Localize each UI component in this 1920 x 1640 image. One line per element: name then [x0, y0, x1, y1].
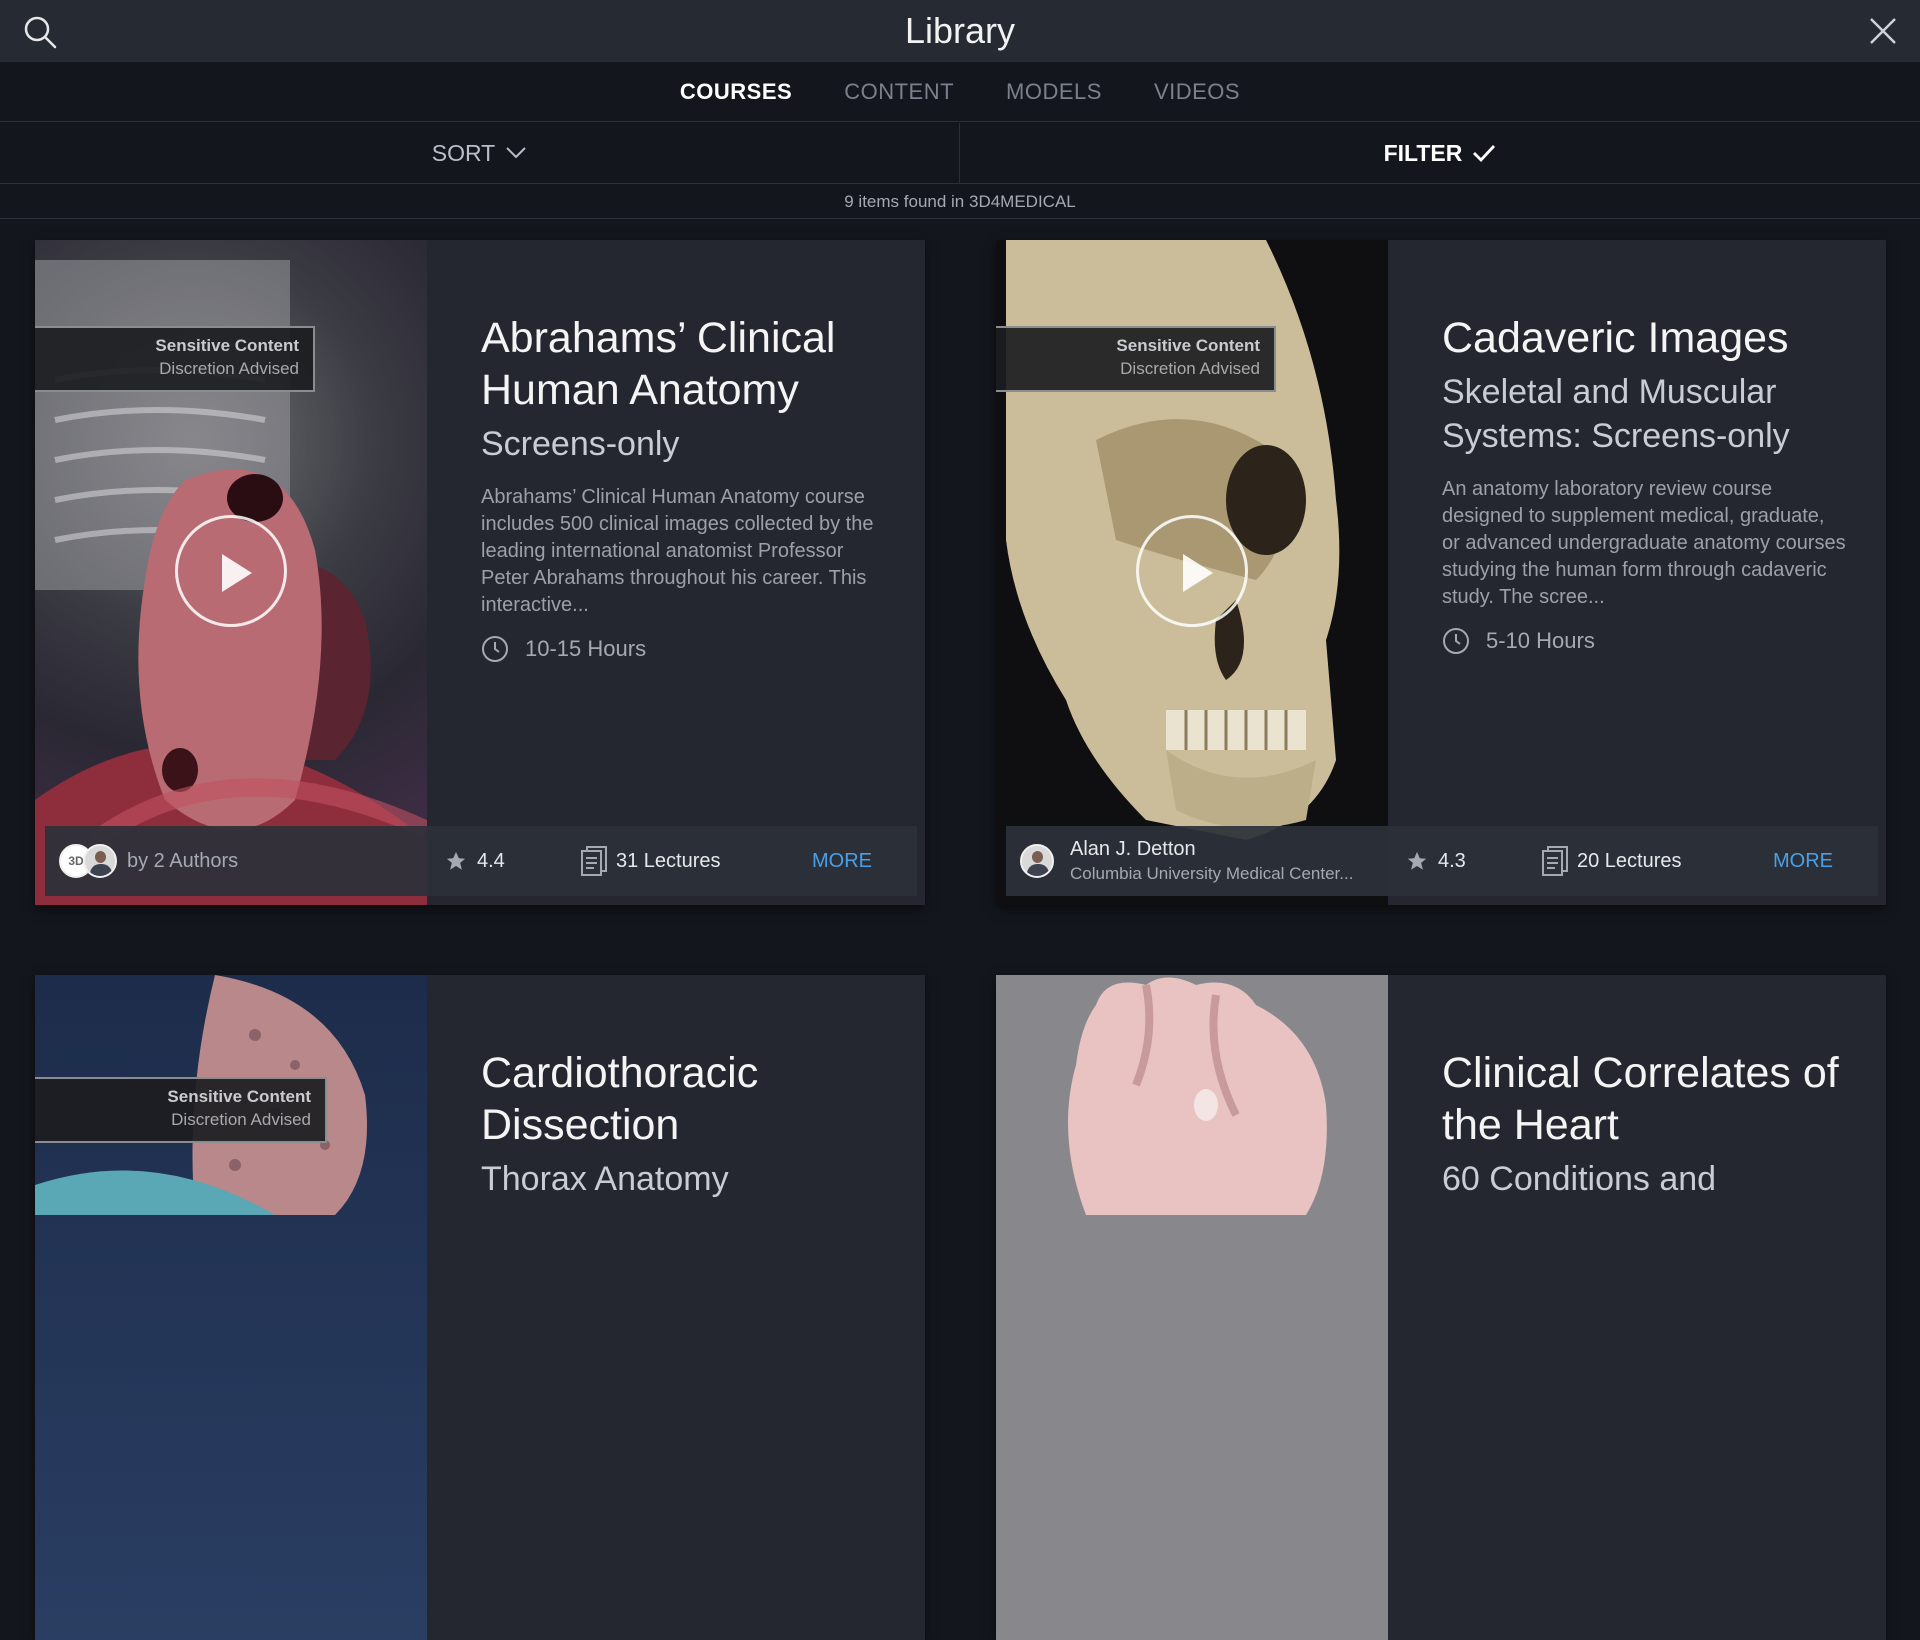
sensitive-title: Sensitive Content	[167, 1087, 311, 1106]
library-tabs: COURSES CONTENT MODELS VIDEOS	[0, 62, 1920, 122]
results-count: 9 items found in 3D4MEDICAL	[0, 185, 1920, 219]
star-icon	[1407, 851, 1427, 870]
lectures-count: 31 Lectures	[616, 849, 721, 872]
top-bar: Library	[0, 0, 1920, 62]
page-title: Library	[904, 10, 1016, 51]
course-info: Clinical Correlates of the Heart 60 Cond…	[1388, 975, 1886, 1640]
course-card[interactable]: Sensitive Content Discretion Advised Car…	[35, 975, 925, 1640]
course-card[interactable]: Sensitive Content Discretion Advised Cad…	[996, 240, 1886, 905]
course-title: Cardiothoracic Dissection	[481, 1049, 759, 1149]
duration-text: 5-10 Hours	[1486, 628, 1595, 653]
course-title: Cadaveric Images	[1442, 314, 1789, 362]
course-thumbnail[interactable]: Sensitive Content Discretion Advised	[35, 975, 427, 1640]
course-footer: 3D by 2 Authors 4.4 31 Lectures MORE	[45, 826, 917, 896]
rating-value: 4.4	[477, 849, 505, 872]
tab-content[interactable]: CONTENT	[844, 79, 954, 105]
course-thumbnail[interactable]: Sensitive Content Discretion Advised	[996, 240, 1388, 905]
authors[interactable]: Alan J. Detton Columbia University Medic…	[1006, 838, 1396, 884]
document-icon	[1542, 846, 1568, 876]
sensitive-content-badge: Sensitive Content Discretion Advised	[996, 326, 1276, 392]
more-link[interactable]: MORE	[812, 850, 872, 873]
sensitive-subtitle: Discretion Advised	[171, 1110, 311, 1129]
course-subtitle: Thorax Anatomy	[481, 1160, 729, 1198]
avatar	[83, 844, 117, 878]
dissection-illustration	[35, 975, 367, 1215]
course-subtitle: Screens-only	[481, 425, 680, 463]
clock-icon	[482, 636, 508, 662]
authors[interactable]: 3D by 2 Authors	[45, 844, 435, 878]
lectures-count: 20 Lectures	[1577, 849, 1682, 872]
tab-courses[interactable]: COURSES	[680, 79, 792, 105]
play-button[interactable]	[175, 515, 287, 627]
course-info: Cardiothoracic Dissection Thorax Anatomy	[427, 975, 925, 1640]
sensitive-title: Sensitive Content	[155, 336, 299, 355]
checkmark-icon	[1473, 145, 1496, 163]
lectures: 20 Lectures	[1541, 845, 1773, 877]
sort-filter-bar: SORT FILTER	[0, 123, 1920, 184]
authors-label: by 2 Authors	[127, 849, 239, 872]
course-subtitle: 60 Conditions and	[1442, 1160, 1717, 1198]
course-thumbnail[interactable]	[996, 975, 1388, 1640]
sort-label: SORT	[431, 139, 496, 166]
sensitive-subtitle: Discretion Advised	[1120, 359, 1260, 378]
sensitive-title: Sensitive Content	[1116, 336, 1260, 355]
tab-videos[interactable]: VIDEOS	[1154, 79, 1240, 105]
course-info: Abrahams’ Clinical Human Anatomy Screens…	[427, 240, 925, 905]
course-duration: 5-10 Hours	[1442, 627, 1846, 655]
rating-value: 4.3	[1438, 849, 1466, 872]
course-info: Cadaveric Images Skeletal and Muscular S…	[1388, 240, 1886, 905]
heart-illustration	[1068, 977, 1327, 1215]
course-duration: 10-15 Hours	[481, 635, 885, 663]
duration-text: 10-15 Hours	[525, 636, 647, 661]
lectures: 31 Lectures	[580, 845, 812, 877]
document-icon	[581, 846, 607, 876]
more-link[interactable]: MORE	[1773, 850, 1833, 873]
course-card[interactable]: Clinical Correlates of the Heart 60 Cond…	[996, 975, 1886, 1640]
author-name: Alan J. Detton	[1070, 838, 1196, 860]
rating: 4.3	[1396, 850, 1541, 873]
course-title: Abrahams’ Clinical Human Anatomy	[481, 314, 836, 414]
course-title: Clinical Correlates of the Heart	[1442, 1049, 1839, 1149]
rating: 4.4	[435, 850, 580, 873]
course-card[interactable]: Sensitive Content Discretion Advised Abr…	[35, 240, 925, 905]
clock-icon	[1443, 628, 1469, 654]
close-icon[interactable]	[1866, 14, 1900, 48]
author-details: Alan J. Detton Columbia University Medic…	[1070, 838, 1353, 884]
sort-button[interactable]: SORT	[0, 123, 960, 183]
sensitive-subtitle: Discretion Advised	[159, 359, 299, 378]
chevron-down-icon	[506, 147, 526, 159]
avatar	[1020, 844, 1054, 878]
course-description: An anatomy laboratory review course desi…	[1442, 478, 1846, 608]
play-button[interactable]	[1136, 515, 1248, 627]
filter-label: FILTER	[1383, 139, 1463, 166]
sensitive-content-badge: Sensitive Content Discretion Advised	[35, 1077, 327, 1143]
course-thumbnail[interactable]: Sensitive Content Discretion Advised	[35, 240, 427, 905]
course-subtitle: Skeletal and Muscular Systems: Screens-o…	[1442, 373, 1790, 455]
star-icon	[446, 851, 466, 870]
filter-button[interactable]: FILTER	[960, 123, 1920, 183]
author-organization: Columbia University Medical Center...	[1070, 864, 1354, 883]
course-footer: Alan J. Detton Columbia University Medic…	[1006, 826, 1878, 896]
sensitive-content-badge: Sensitive Content Discretion Advised	[35, 326, 315, 392]
tab-models[interactable]: MODELS	[1006, 79, 1102, 105]
course-description: Abrahams’ Clinical Human Anatomy course …	[481, 486, 874, 616]
